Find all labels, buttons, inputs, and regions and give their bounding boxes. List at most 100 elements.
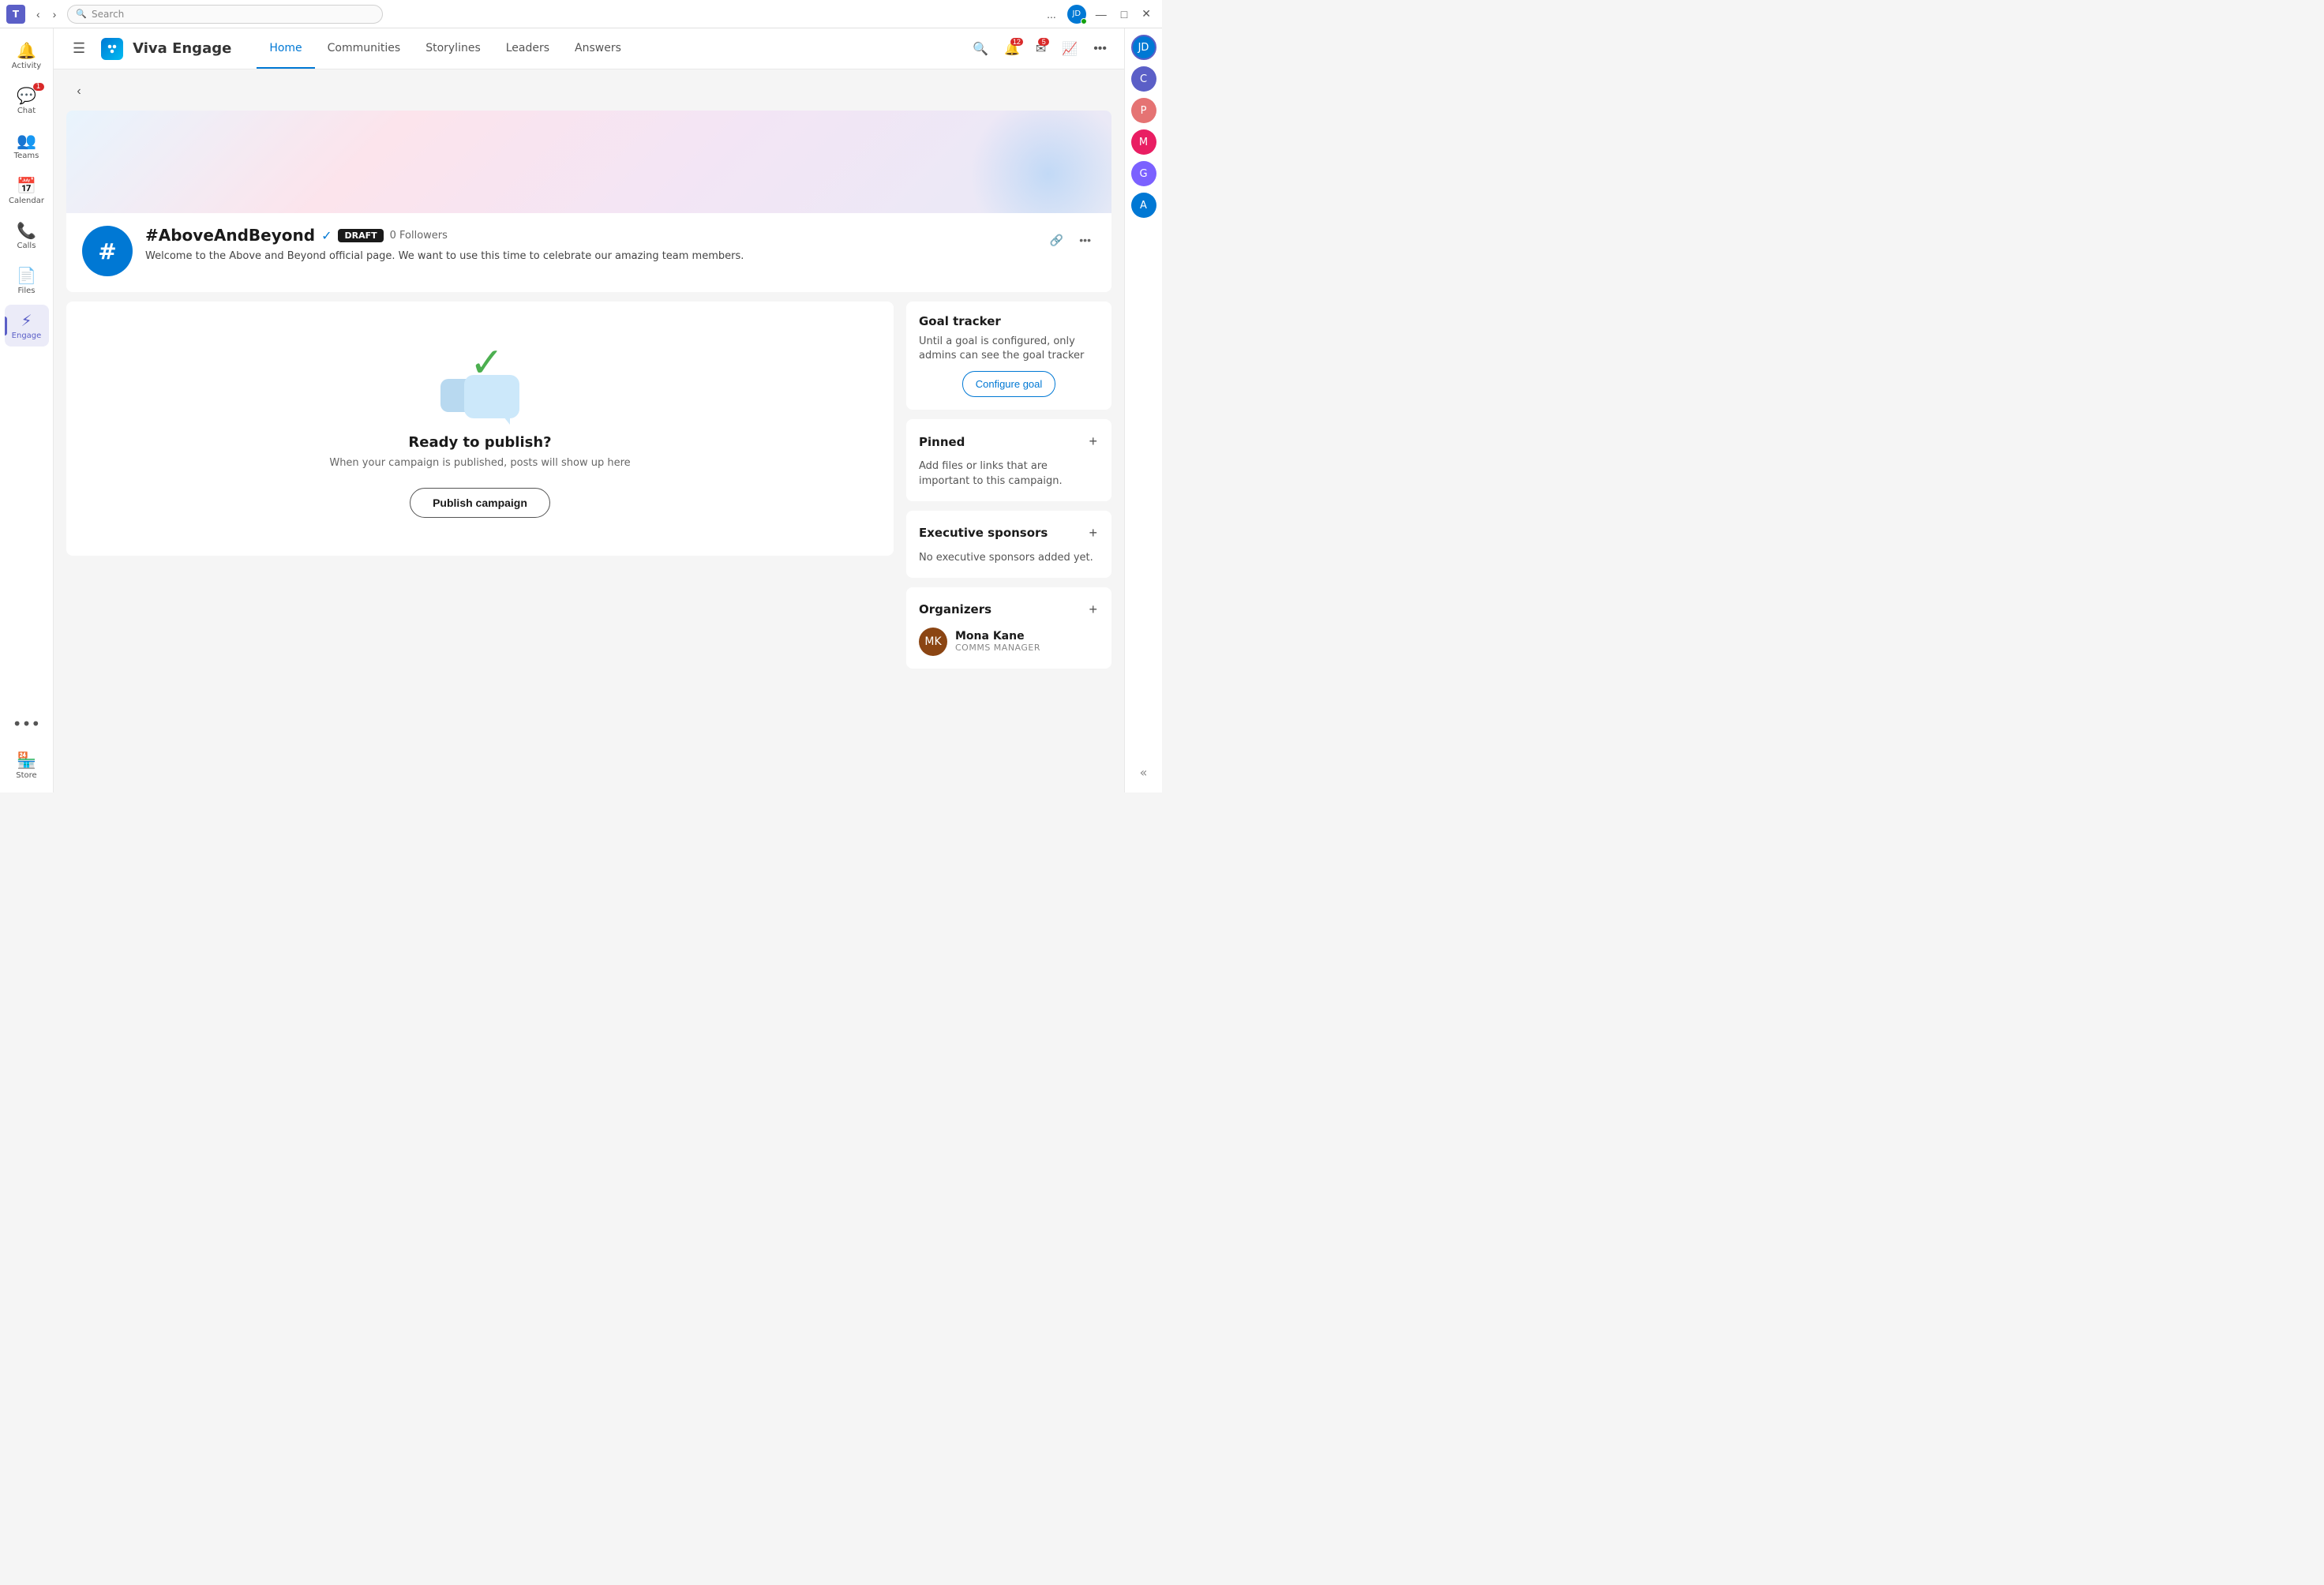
draft-badge: DRAFT	[338, 229, 383, 242]
search-icon-small: 🔍	[76, 9, 87, 19]
publish-campaign-btn[interactable]: Publish campaign	[410, 488, 550, 518]
store-icon: 🏪	[17, 751, 36, 770]
pinned-card-header: Pinned +	[919, 432, 1099, 452]
maximize-btn[interactable]: □	[1116, 0, 1132, 28]
sidebar-left: 🔔 Activity 1 💬 Chat 👥 Teams 📅 Calendar 📞…	[0, 28, 54, 792]
main-column: ✓ Ready to publish? When your campaign i…	[66, 302, 894, 556]
title-bar: T ‹ › 🔍 Search ... JD — □ ✕	[0, 0, 1162, 28]
analytics-btn[interactable]: 📈	[1057, 36, 1082, 62]
executive-sponsors-card: Executive sponsors + No executive sponso…	[906, 511, 1111, 578]
sidebar-item-calls[interactable]: 📞 Calls	[5, 215, 49, 257]
organizers-card: Organizers + MK Mona Kane COMMS MANAGER	[906, 587, 1111, 669]
avatar-right-user2[interactable]: C	[1131, 66, 1156, 92]
more-options-btn[interactable]: •••	[1089, 37, 1111, 61]
avatar-right-user3[interactable]: P	[1131, 98, 1156, 123]
tab-answers[interactable]: Answers	[562, 29, 634, 69]
teams-icon: 👥	[17, 131, 36, 150]
top-nav-actions: 🔍 🔔 12 ✉ 5 📈 •••	[968, 36, 1111, 62]
campaign-name-row: #AboveAndBeyond ✓ DRAFT 0 Followers	[145, 226, 1033, 245]
avatar-right-user5[interactable]: G	[1131, 161, 1156, 186]
campaign-link-btn[interactable]: 🔗	[1045, 229, 1068, 252]
exec-sponsors-add-btn[interactable]: +	[1087, 523, 1099, 543]
minimize-btn[interactable]: —	[1091, 0, 1111, 28]
mail-btn[interactable]: ✉ 5	[1031, 36, 1051, 62]
top-nav: ☰ Viva Engage Home Communities Storyline…	[54, 28, 1124, 69]
files-label: Files	[18, 287, 36, 295]
calendar-icon: 📅	[17, 176, 36, 195]
sidebar-more-btn[interactable]: •••	[5, 708, 49, 741]
global-search-bar[interactable]: 🔍 Search	[67, 5, 383, 24]
goal-tracker-title: Goal tracker	[919, 314, 1099, 328]
viva-engage-logo	[101, 38, 123, 60]
tab-leaders[interactable]: Leaders	[493, 29, 562, 69]
search-btn[interactable]: 🔍	[968, 36, 993, 62]
campaign-header-inner: # #AboveAndBeyond ✓ DRAFT 0 Followers We…	[82, 226, 1096, 276]
organizer-name: Mona Kane	[955, 630, 1040, 643]
app-layout: 🔔 Activity 1 💬 Chat 👥 Teams 📅 Calendar 📞…	[0, 28, 1162, 792]
tab-home[interactable]: Home	[257, 29, 314, 69]
calendar-label: Calendar	[9, 197, 44, 205]
organizer-row: MK Mona Kane COMMS MANAGER	[919, 628, 1099, 656]
chat-badge: 1	[33, 83, 44, 91]
organizer-avatar: MK	[919, 628, 947, 656]
back-arrow-btn[interactable]: ‹	[32, 5, 45, 24]
configure-goal-btn[interactable]: Configure goal	[962, 371, 1056, 397]
main-content: ‹ # #AboveAndBeyond ✓ DRAFT	[54, 69, 1124, 792]
panel-collapse-btn[interactable]: «	[1134, 759, 1154, 786]
hamburger-btn[interactable]: ☰	[66, 37, 92, 60]
exec-sponsors-header: Executive sponsors +	[919, 523, 1099, 543]
campaign-info: #AboveAndBeyond ✓ DRAFT 0 Followers Welc…	[145, 226, 1033, 264]
notifications-badge: 12	[1010, 38, 1023, 46]
campaign-description: Welcome to the Above and Beyond official…	[145, 249, 1033, 264]
campaign-header-section: # #AboveAndBeyond ✓ DRAFT 0 Followers We…	[66, 111, 1111, 292]
organizers-header: Organizers +	[919, 600, 1099, 620]
calls-label: Calls	[17, 242, 36, 250]
avatar-right-user1[interactable]: JD	[1131, 35, 1156, 60]
engage-label: Engage	[12, 332, 42, 340]
sidebar-item-store[interactable]: 🏪 Store	[5, 744, 49, 786]
mail-badge: 5	[1038, 38, 1049, 46]
campaign-actions: 🔗 •••	[1045, 229, 1096, 252]
notifications-btn[interactable]: 🔔 12	[999, 36, 1025, 62]
pinned-card: Pinned + Add files or links that are imp…	[906, 419, 1111, 500]
avatar-right-user4[interactable]: M	[1131, 129, 1156, 155]
followers-count: 0 Followers	[390, 230, 448, 242]
campaign-more-btn[interactable]: •••	[1074, 229, 1096, 251]
exec-sponsors-title: Executive sponsors	[919, 526, 1048, 540]
nav-arrows: ‹ ›	[32, 5, 61, 24]
sidebar-item-chat[interactable]: 1 💬 Chat	[5, 80, 49, 122]
sidebar-item-files[interactable]: 📄 Files	[5, 260, 49, 302]
pinned-description: Add files or links that are important to…	[919, 459, 1099, 488]
organizers-add-btn[interactable]: +	[1087, 600, 1099, 620]
sidebar-item-teams[interactable]: 👥 Teams	[5, 125, 49, 167]
files-icon: 📄	[17, 266, 36, 285]
forward-arrow-btn[interactable]: ›	[48, 5, 62, 24]
more-dots-btn[interactable]: ...	[1040, 8, 1063, 21]
campaign-header-card: # #AboveAndBeyond ✓ DRAFT 0 Followers We…	[66, 213, 1111, 292]
publish-card: ✓ Ready to publish? When your campaign i…	[66, 302, 894, 556]
campaign-name: #AboveAndBeyond	[145, 226, 315, 245]
close-btn[interactable]: ✕	[1137, 0, 1156, 28]
calls-icon: 📞	[17, 221, 36, 240]
pinned-title: Pinned	[919, 435, 965, 449]
exec-sponsors-desc: No executive sponsors added yet.	[919, 551, 1099, 565]
content-area: ☰ Viva Engage Home Communities Storyline…	[54, 28, 1124, 792]
publish-illustration: ✓	[433, 339, 527, 418]
sidebar-item-activity[interactable]: 🔔 Activity	[5, 35, 49, 77]
online-indicator	[1081, 18, 1087, 24]
organizer-info: Mona Kane COMMS MANAGER	[955, 630, 1040, 653]
sidebar-item-engage[interactable]: ⚡ Engage	[5, 305, 49, 347]
store-label: Store	[16, 771, 36, 780]
back-btn[interactable]: ‹	[66, 79, 92, 104]
pinned-add-btn[interactable]: +	[1087, 432, 1099, 452]
organizers-title: Organizers	[919, 602, 991, 616]
campaign-logo-char: #	[98, 238, 116, 264]
checkmark-icon: ✓	[470, 339, 504, 387]
sidebar-item-calendar[interactable]: 📅 Calendar	[5, 170, 49, 212]
tab-communities[interactable]: Communities	[315, 29, 414, 69]
avatar-right-user6[interactable]: A	[1131, 193, 1156, 218]
user-avatar-title[interactable]: JD	[1067, 5, 1086, 24]
engage-icon: ⚡	[21, 311, 32, 330]
tab-storylines[interactable]: Storylines	[413, 29, 493, 69]
verified-icon: ✓	[321, 228, 332, 243]
